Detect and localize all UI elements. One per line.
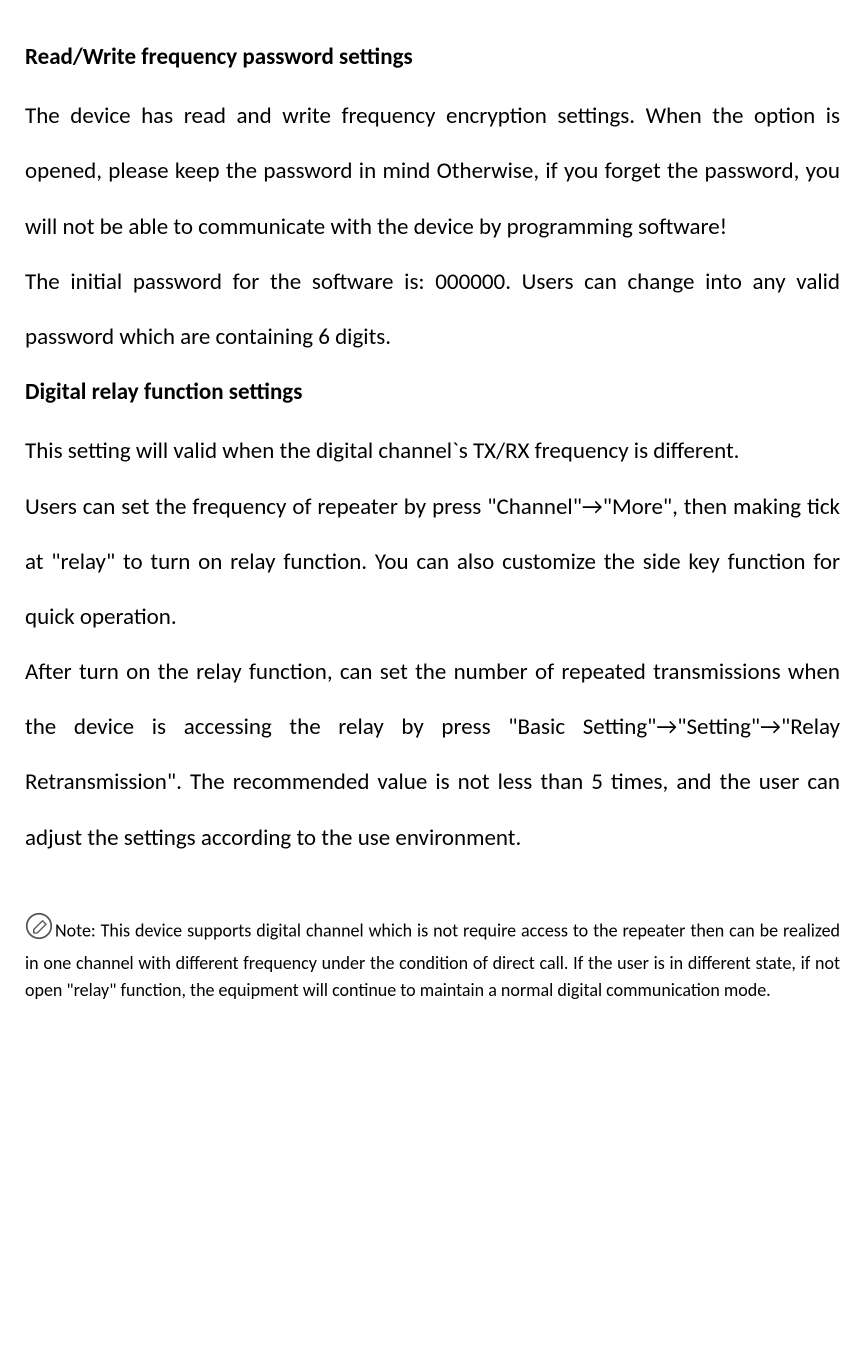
section-heading-password: Read/Write frequency password settings	[25, 30, 840, 85]
section-heading-relay: Digital relay function settings	[25, 365, 840, 420]
paragraph-relay-1: This setting will valid when the digital…	[25, 424, 840, 479]
paragraph-password-2: The initial password for the software is…	[25, 255, 840, 365]
document-page: Read/Write frequency password settings T…	[25, 30, 840, 1004]
note-icon	[25, 912, 53, 948]
paragraph-relay-2: Users can set the frequency of repeater …	[25, 480, 840, 646]
note-text: Note: This device supports digital chann…	[25, 919, 840, 1001]
note-block: Note: This device supports digital chann…	[25, 914, 840, 1004]
paragraph-relay-3: After turn on the relay function, can se…	[25, 645, 840, 866]
paragraph-password-1: The device has read and write frequency …	[25, 89, 840, 255]
